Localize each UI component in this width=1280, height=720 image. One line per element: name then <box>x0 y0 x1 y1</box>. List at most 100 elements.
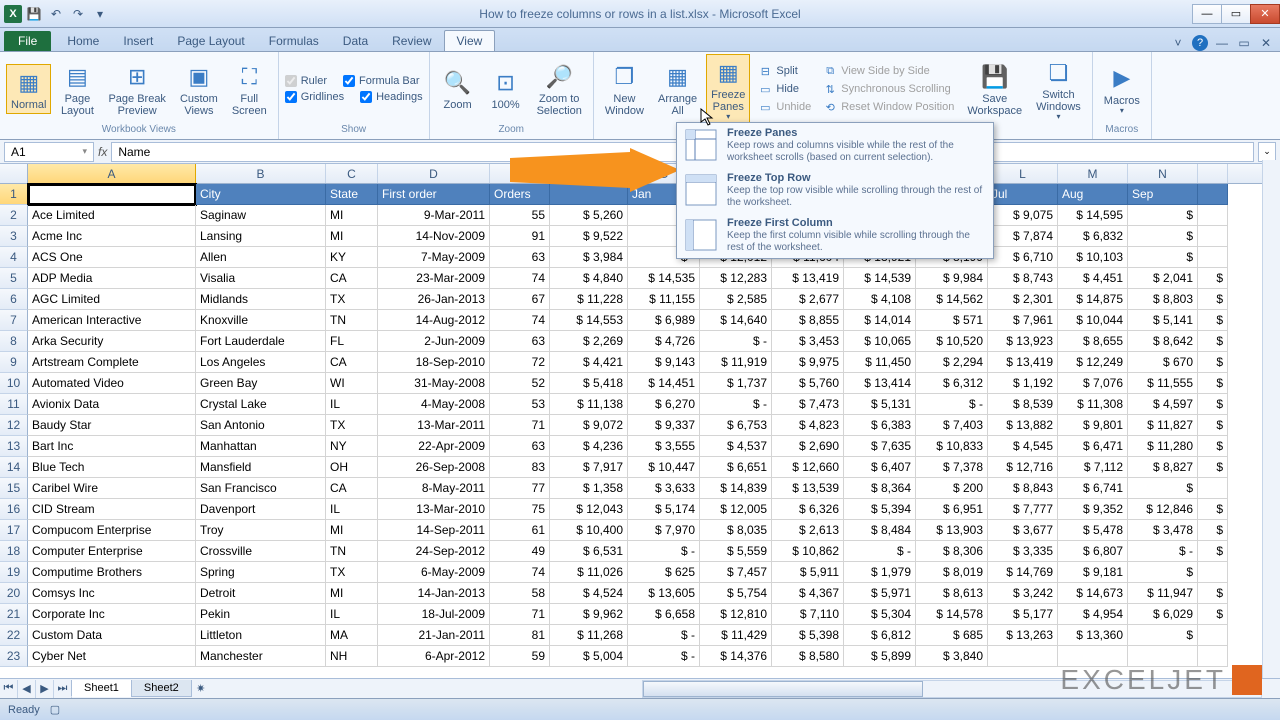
data-cell[interactable]: Spring <box>196 562 326 583</box>
data-cell[interactable]: 14-Sep-2011 <box>378 520 490 541</box>
sheet-nav-last[interactable]: ⏭ <box>54 680 72 698</box>
data-cell[interactable]: $ 3,984 <box>550 247 628 268</box>
row-header[interactable]: 19 <box>0 562 28 583</box>
data-cell[interactable]: $ 8,803 <box>1128 289 1198 310</box>
data-cell[interactable]: $ 9,522 <box>550 226 628 247</box>
data-cell[interactable]: $ 3,633 <box>628 478 700 499</box>
header-cell[interactable]: Aug <box>1058 184 1128 205</box>
data-cell[interactable]: Knoxville <box>196 310 326 331</box>
data-cell[interactable]: KY <box>326 247 378 268</box>
data-cell[interactable]: 21-Jan-2011 <box>378 625 490 646</box>
data-cell[interactable]: $ 9,801 <box>1058 415 1128 436</box>
data-cell[interactable]: CA <box>326 268 378 289</box>
data-cell[interactable]: $ 7,917 <box>550 457 628 478</box>
data-cell[interactable]: $ 10,520 <box>916 331 988 352</box>
data-cell[interactable]: $ 13,923 <box>988 331 1058 352</box>
data-cell[interactable]: $ <box>1198 520 1228 541</box>
minimize-ribbon-icon[interactable]: ˅ <box>1170 35 1186 51</box>
data-cell[interactable]: $ 7,473 <box>772 394 844 415</box>
sheet-tab-1[interactable]: Sheet1 <box>71 680 132 697</box>
data-cell[interactable]: $ 4,537 <box>700 436 772 457</box>
data-cell[interactable]: $ 3,677 <box>988 520 1058 541</box>
data-cell[interactable]: $ 13,419 <box>988 352 1058 373</box>
data-cell[interactable]: $ 1,192 <box>988 373 1058 394</box>
worksheet-grid[interactable]: A B C D E F G H I J K L M N 1NameCitySta… <box>0 164 1280 678</box>
data-cell[interactable]: Pekin <box>196 604 326 625</box>
workbook-restore-icon[interactable]: ▭ <box>1236 35 1252 51</box>
data-cell[interactable]: Mansfield <box>196 457 326 478</box>
data-cell[interactable]: $ 14,014 <box>844 310 916 331</box>
data-cell[interactable]: $ <box>1198 310 1228 331</box>
data-cell[interactable]: MI <box>326 226 378 247</box>
data-cell[interactable]: $ 12,249 <box>1058 352 1128 373</box>
data-cell[interactable]: $ 7,378 <box>916 457 988 478</box>
data-cell[interactable]: $ 5,394 <box>844 499 916 520</box>
data-cell[interactable]: $ 6,951 <box>916 499 988 520</box>
data-cell[interactable]: $ 13,360 <box>1058 625 1128 646</box>
data-cell[interactable]: $ - <box>700 331 772 352</box>
data-cell[interactable]: $ 5,559 <box>700 541 772 562</box>
data-cell[interactable]: AGC Limited <box>28 289 196 310</box>
data-cell[interactable]: $ 11,280 <box>1128 436 1198 457</box>
save-icon[interactable]: 💾 <box>24 4 44 24</box>
data-cell[interactable]: Comsys Inc <box>28 583 196 604</box>
data-cell[interactable]: 53 <box>490 394 550 415</box>
row-header[interactable]: 2 <box>0 205 28 226</box>
data-cell[interactable]: $ 14,875 <box>1058 289 1128 310</box>
split-button[interactable]: ⊟Split <box>758 62 811 80</box>
data-cell[interactable]: $ 11,555 <box>1128 373 1198 394</box>
data-cell[interactable]: IL <box>326 394 378 415</box>
data-cell[interactable]: 24-Sep-2012 <box>378 541 490 562</box>
data-cell[interactable]: $ 5,754 <box>700 583 772 604</box>
sheet-nav-next[interactable]: ▶ <box>36 680 54 698</box>
data-cell[interactable]: $ 2,041 <box>1128 268 1198 289</box>
data-cell[interactable]: $ - <box>844 541 916 562</box>
new-sheet-button[interactable]: ✷ <box>192 680 210 698</box>
data-cell[interactable]: 52 <box>490 373 550 394</box>
tab-data[interactable]: Data <box>331 31 380 51</box>
row-header[interactable]: 23 <box>0 646 28 667</box>
data-cell[interactable]: $ 14,553 <box>550 310 628 331</box>
data-cell[interactable]: Troy <box>196 520 326 541</box>
data-cell[interactable]: TX <box>326 415 378 436</box>
data-cell[interactable]: $ <box>1128 205 1198 226</box>
data-cell[interactable]: $ 9,072 <box>550 415 628 436</box>
data-cell[interactable]: $ 13,414 <box>844 373 916 394</box>
data-cell[interactable]: $ <box>1198 541 1228 562</box>
row-header[interactable]: 18 <box>0 541 28 562</box>
data-cell[interactable]: $ 3,242 <box>988 583 1058 604</box>
data-cell[interactable]: $ 9,181 <box>1058 562 1128 583</box>
data-cell[interactable]: Baudy Star <box>28 415 196 436</box>
data-cell[interactable]: $ - <box>628 541 700 562</box>
data-cell[interactable]: Compucom Enterprise <box>28 520 196 541</box>
data-cell[interactable]: Computime Brothers <box>28 562 196 583</box>
col-header-A[interactable]: A <box>28 164 196 183</box>
data-cell[interactable]: $ 2,690 <box>772 436 844 457</box>
data-cell[interactable]: $ 571 <box>916 310 988 331</box>
data-cell[interactable]: $ 6,270 <box>628 394 700 415</box>
data-cell[interactable]: 83 <box>490 457 550 478</box>
data-cell[interactable]: $ 13,419 <box>772 268 844 289</box>
row-header[interactable]: 14 <box>0 457 28 478</box>
data-cell[interactable]: Computer Enterprise <box>28 541 196 562</box>
data-cell[interactable]: $ 6,531 <box>550 541 628 562</box>
data-cell[interactable]: 63 <box>490 247 550 268</box>
data-cell[interactable] <box>988 646 1058 667</box>
data-cell[interactable]: $ 4,545 <box>988 436 1058 457</box>
undo-icon[interactable]: ↶ <box>46 4 66 24</box>
workbook-minimize-icon[interactable]: — <box>1214 35 1230 51</box>
data-cell[interactable]: $ 8,035 <box>700 520 772 541</box>
workbook-close-icon[interactable]: ✕ <box>1258 35 1274 51</box>
maximize-button[interactable]: ▭ <box>1221 4 1251 24</box>
data-cell[interactable]: $ 7,777 <box>988 499 1058 520</box>
close-button[interactable]: ✕ <box>1250 4 1280 24</box>
tab-page-layout[interactable]: Page Layout <box>165 31 256 51</box>
freeze-panes-item[interactable]: Freeze PanesKeep rows and columns visibl… <box>677 123 993 168</box>
data-cell[interactable]: 9-Mar-2011 <box>378 205 490 226</box>
data-cell[interactable]: $ 5,131 <box>844 394 916 415</box>
data-cell[interactable]: $ 4,421 <box>550 352 628 373</box>
data-cell[interactable]: NY <box>326 436 378 457</box>
data-cell[interactable]: $ 7,403 <box>916 415 988 436</box>
data-cell[interactable]: CA <box>326 478 378 499</box>
data-cell[interactable]: 31-May-2008 <box>378 373 490 394</box>
